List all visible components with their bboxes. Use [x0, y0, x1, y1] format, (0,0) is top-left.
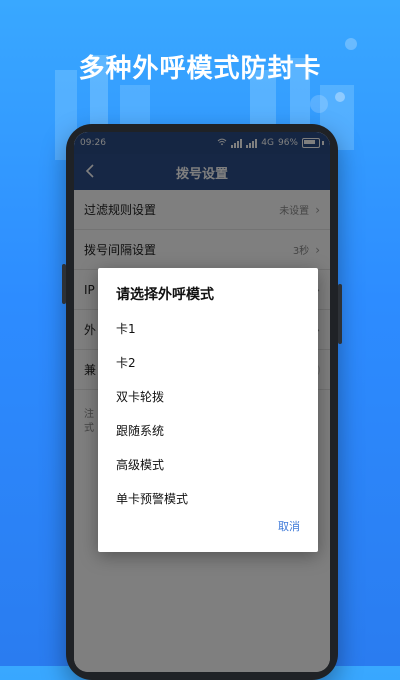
phone-side-button — [338, 284, 342, 344]
dialog-cancel-button[interactable]: 取消 — [278, 518, 300, 534]
dialog-option-follow-system[interactable]: 跟随系统 — [116, 422, 164, 439]
decorative-dot — [310, 95, 328, 113]
dialog-option-dual-sim-rotate[interactable]: 双卡轮拨 — [116, 388, 164, 405]
decorative-dot — [335, 92, 345, 102]
dialog-option-sim2[interactable]: 卡2 — [116, 354, 136, 371]
phone-screen: 09:26 4G 96% — [74, 132, 330, 672]
dialog-option-single-sim-warning[interactable]: 单卡预警模式 — [116, 490, 188, 507]
phone-mockup: 09:26 4G 96% — [62, 124, 342, 680]
headline: 多种外呼模式防封卡 — [78, 54, 322, 84]
dialog-option-sim1[interactable]: 卡1 — [116, 320, 136, 337]
dialog-title: 请选择外呼模式 — [116, 287, 214, 303]
dialog-option-advanced[interactable]: 高级模式 — [116, 456, 164, 473]
outbound-mode-dialog: 请选择外呼模式 卡1 卡2 双卡轮拨 跟随系统 高级模式 单卡预警模式 取消 — [98, 268, 318, 552]
phone-side-button — [62, 264, 66, 304]
